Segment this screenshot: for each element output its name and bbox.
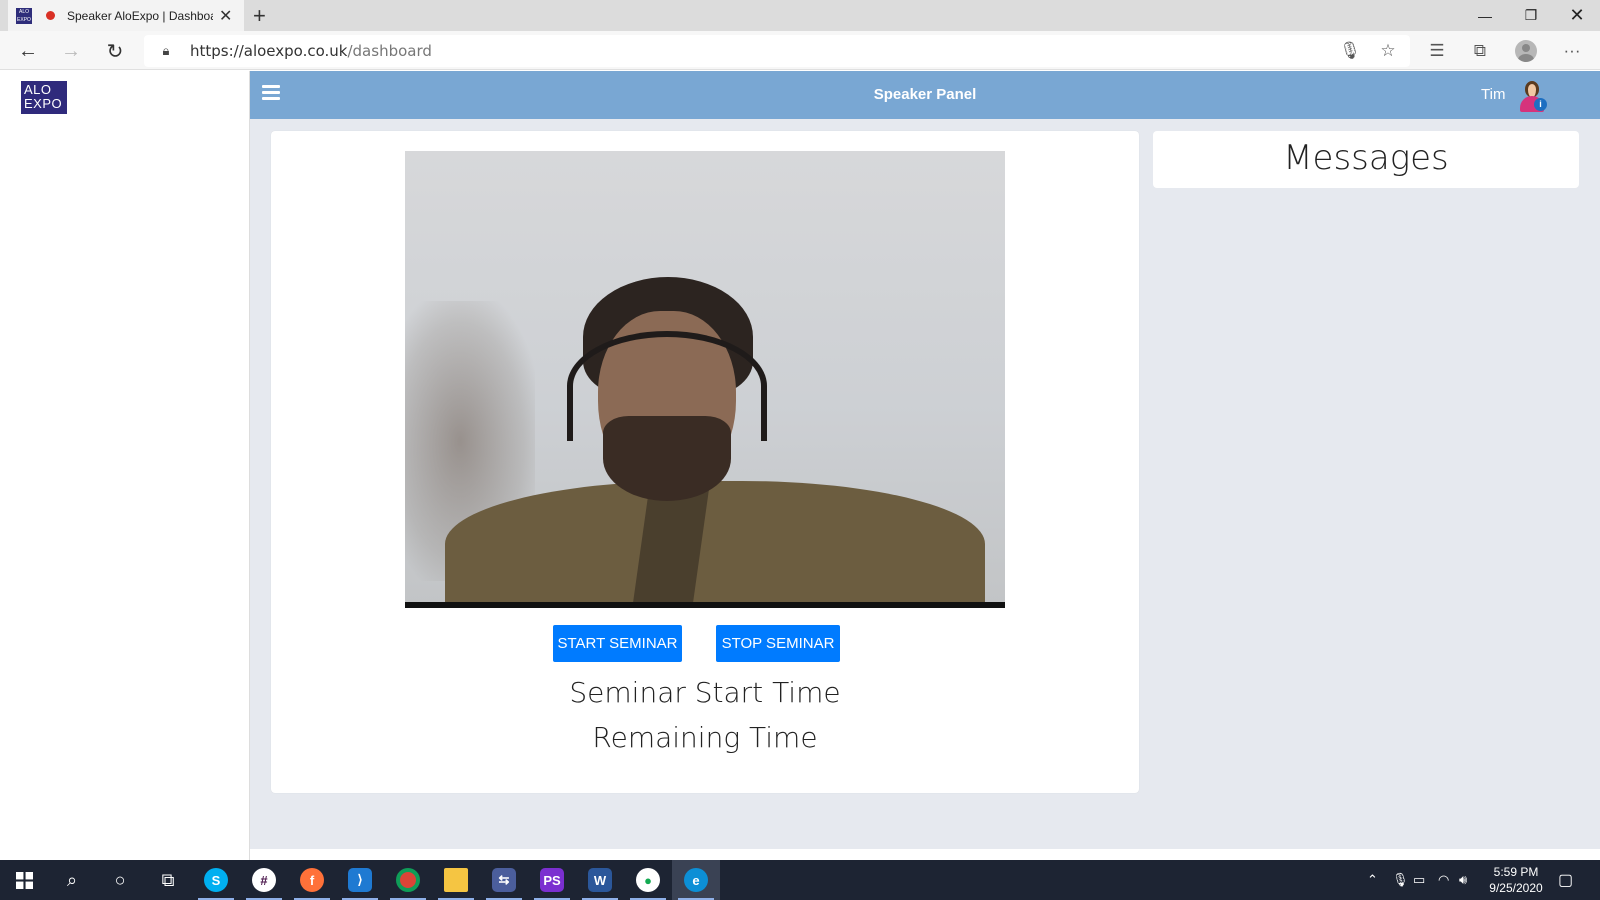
phpstorm-icon[interactable]: PS (528, 860, 576, 900)
favorite-star-icon[interactable]: ☆ (1374, 37, 1402, 65)
skype-icon[interactable]: S (192, 860, 240, 900)
back-icon[interactable]: ← (14, 37, 42, 65)
main-content: Speaker Panel Tim i START SEMINAR STOP S… (250, 71, 1600, 849)
start-seminar-button[interactable]: START SEMINAR (553, 625, 682, 662)
user-avatar[interactable]: i (1518, 79, 1548, 113)
recording-indicator-icon (46, 11, 55, 20)
collections-icon[interactable]: ⧉ (1466, 37, 1494, 65)
wifi-icon[interactable]: ◠ (1438, 860, 1449, 900)
new-tab-icon[interactable]: + (253, 3, 266, 29)
site-favicon-icon: ALO EXPO (16, 7, 32, 24)
windows-taskbar: ⌕ ○ ⧉ S # f ⟩ ⇆ PS W ● e ⌃ 🎙︎ ▭ ◠ 🔊︎ 5:5… (0, 860, 1600, 900)
browser-tab[interactable]: ALO EXPO Speaker AloExpo | Dashboa ✕ (8, 0, 244, 31)
windows-start-icon[interactable] (0, 860, 48, 900)
webcam-video (405, 151, 1005, 608)
notifications-icon[interactable]: ▢ (1558, 860, 1573, 900)
edge-icon[interactable]: e (672, 860, 720, 900)
slack-icon[interactable]: # (240, 860, 288, 900)
tab-close-icon[interactable]: ✕ (219, 6, 232, 26)
close-window-icon[interactable]: ✕ (1554, 0, 1600, 31)
tray-overflow-icon[interactable]: ⌃ (1367, 860, 1378, 900)
address-bar[interactable]: 🔒︎ https://aloexpo.co.uk/dashboard (144, 35, 1410, 67)
word-icon[interactable]: W (576, 860, 624, 900)
task-view-icon[interactable]: ⧉ (144, 860, 192, 900)
restore-icon[interactable]: ❐ (1508, 0, 1554, 31)
forward-icon[interactable]: → (57, 37, 85, 65)
messages-title: Messages (1283, 138, 1449, 178)
volume-icon[interactable]: 🔊︎ (1459, 860, 1467, 900)
microphone-icon[interactable]: 🎙︎ (1336, 37, 1364, 65)
vscode-icon[interactable]: ⟩ (336, 860, 384, 900)
url-text[interactable]: https://aloexpo.co.uk/dashboard (190, 42, 432, 60)
user-name[interactable]: Tim (1481, 86, 1505, 103)
mongodb-icon[interactable]: ● (624, 860, 672, 900)
seminar-start-time: Seminar Start Time (569, 676, 841, 709)
more-options-icon[interactable]: ··· (1558, 37, 1586, 65)
file-explorer-icon[interactable] (432, 860, 480, 900)
browser-tab-strip: ALO EXPO Speaker AloExpo | Dashboa ✕ + — … (0, 0, 1600, 31)
page-footer-strip (250, 849, 1600, 860)
system-clock[interactable]: 5:59 PM 9/25/2020 (1476, 864, 1556, 896)
refresh-icon[interactable]: ↻ (101, 37, 129, 65)
cortana-icon[interactable]: ○ (96, 860, 144, 900)
favorites-list-icon[interactable]: ☰ (1423, 37, 1451, 65)
lock-icon[interactable]: 🔒︎ (156, 43, 176, 59)
browser-toolbar: ← → ↻ 🔒︎ https://aloexpo.co.uk/dashboard… (0, 31, 1600, 70)
tray-microphone-icon[interactable]: 🎙︎ (1392, 860, 1409, 900)
search-icon[interactable]: ⌕ (48, 860, 96, 900)
messages-card: Messages (1153, 131, 1579, 188)
page-title: Speaker Panel (873, 86, 977, 103)
profile-icon[interactable] (1512, 37, 1540, 65)
chrome-icon[interactable] (384, 860, 432, 900)
stop-seminar-button[interactable]: STOP SEMINAR (716, 625, 840, 662)
seminar-card: START SEMINAR STOP SEMINAR Seminar Start… (271, 131, 1139, 793)
tab-title: Speaker AloExpo | Dashboa (67, 8, 213, 23)
network-app-icon[interactable]: ⇆ (480, 860, 528, 900)
minimize-icon[interactable]: — (1462, 0, 1508, 31)
info-badge-icon: i (1534, 98, 1547, 111)
remaining-time: Remaining Time (592, 721, 818, 754)
aloexpo-logo[interactable]: ALO EXPO (21, 81, 67, 114)
battery-icon[interactable]: ▭ (1413, 860, 1425, 900)
sidebar: ALO EXPO (0, 71, 250, 860)
top-navbar: Speaker Panel Tim i (250, 71, 1600, 119)
firefox-icon[interactable]: f (288, 860, 336, 900)
